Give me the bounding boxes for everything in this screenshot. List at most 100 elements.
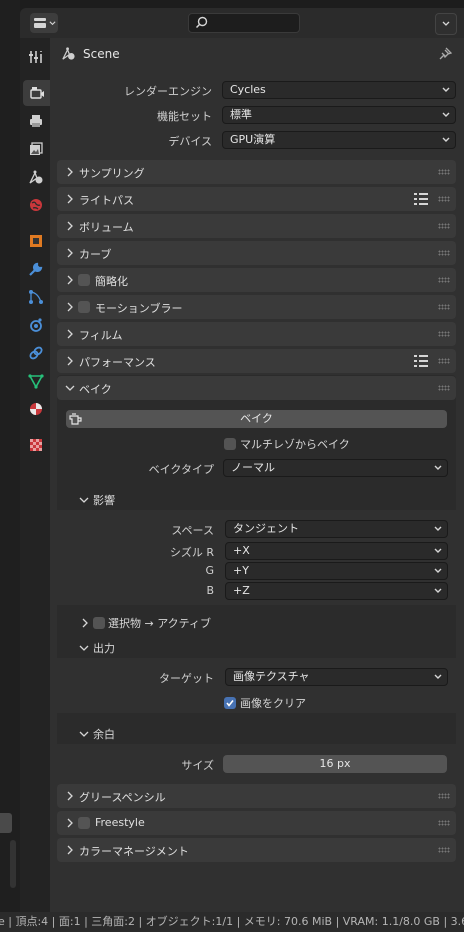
selected-to-active-checkbox[interactable] bbox=[93, 617, 105, 629]
clear-image-checkbox[interactable] bbox=[224, 697, 236, 709]
drag-handle[interactable] bbox=[438, 820, 450, 826]
viewport-edge bbox=[0, 0, 20, 912]
panel-freestyle[interactable]: Freestyle bbox=[57, 811, 456, 835]
search-input[interactable] bbox=[188, 13, 300, 33]
panel-simplify[interactable]: 簡略化 bbox=[57, 268, 456, 292]
tab-tool[interactable] bbox=[23, 44, 49, 70]
chevron-right-icon bbox=[82, 618, 88, 628]
subpanel-title: 影響 bbox=[93, 494, 115, 507]
drag-handle[interactable] bbox=[438, 250, 450, 256]
tab-modifiers[interactable] bbox=[23, 256, 49, 282]
bake-button-label: ベイク bbox=[240, 412, 273, 425]
chevron-down-icon bbox=[434, 674, 442, 679]
viewport-side-button[interactable] bbox=[0, 813, 12, 833]
subpanel-title: 余白 bbox=[93, 728, 115, 741]
swizzle-g-value: +Y bbox=[233, 564, 249, 577]
panel-title: Freestyle bbox=[95, 816, 145, 829]
chevron-down-icon bbox=[442, 137, 450, 142]
pin-icon[interactable] bbox=[438, 47, 452, 61]
presets-list-icon[interactable] bbox=[414, 193, 428, 205]
tab-data[interactable] bbox=[23, 368, 49, 394]
swizzle-r-label: シズル R bbox=[169, 546, 214, 559]
chevron-down-icon bbox=[434, 526, 442, 531]
panel-curves[interactable]: カーブ bbox=[57, 241, 456, 265]
chevron-right-icon bbox=[67, 356, 73, 366]
bake-type-label: ベイクタイプ bbox=[148, 463, 214, 476]
target-value: 画像テクスチャ bbox=[233, 670, 310, 683]
tab-world[interactable] bbox=[23, 192, 49, 218]
drag-handle[interactable] bbox=[438, 169, 450, 175]
render-engine-value: Cycles bbox=[230, 83, 266, 96]
tab-physics[interactable] bbox=[23, 312, 49, 338]
drag-handle[interactable] bbox=[438, 196, 450, 202]
swizzle-r-dropdown[interactable]: +X bbox=[225, 542, 448, 560]
chevron-down-icon bbox=[48, 20, 56, 25]
panel-performance[interactable]: パフォーマンス bbox=[57, 349, 456, 373]
panel-title: サンプリング bbox=[79, 167, 145, 180]
panel-volumes[interactable]: ボリューム bbox=[57, 214, 456, 238]
tab-object[interactable] bbox=[23, 228, 49, 254]
drag-handle[interactable] bbox=[438, 223, 450, 229]
viewport-scrollbar[interactable] bbox=[10, 840, 16, 888]
swizzle-g-dropdown[interactable]: +Y bbox=[225, 562, 448, 580]
drag-handle[interactable] bbox=[438, 793, 450, 799]
panel-film[interactable]: フィルム bbox=[57, 322, 456, 346]
panel-color-management[interactable]: カラーマネージメント bbox=[57, 838, 456, 862]
render-engine-dropdown[interactable]: Cycles bbox=[222, 81, 456, 99]
space-dropdown[interactable]: タンジェント bbox=[225, 520, 448, 538]
panel-light-paths[interactable]: ライトパス bbox=[57, 187, 456, 211]
scene-icon bbox=[62, 47, 75, 60]
bake-button[interactable]: ベイク bbox=[66, 410, 447, 428]
margin-size-field[interactable]: 16 px bbox=[223, 755, 447, 773]
space-label: スペース bbox=[171, 524, 214, 537]
bake-type-value: ノーマル bbox=[231, 461, 275, 474]
motion-blur-checkbox[interactable] bbox=[78, 301, 90, 313]
feature-set-dropdown[interactable]: 標準 bbox=[222, 106, 456, 124]
texture-icon bbox=[30, 439, 42, 451]
swizzle-r-value: +X bbox=[233, 544, 250, 557]
drag-handle[interactable] bbox=[438, 331, 450, 337]
panel-motion-blur[interactable]: モーションブラー bbox=[57, 295, 456, 319]
tab-output[interactable] bbox=[23, 108, 49, 134]
multires-label: マルチレゾからベイク bbox=[240, 438, 350, 451]
presets-list-icon[interactable] bbox=[414, 355, 428, 367]
panel-bake[interactable]: ベイク bbox=[57, 376, 456, 400]
margin-size-label: サイズ bbox=[181, 759, 214, 772]
chevron-down-icon bbox=[442, 87, 450, 92]
tab-view-layer[interactable] bbox=[23, 136, 49, 162]
tab-constraints[interactable] bbox=[23, 340, 49, 366]
drag-handle[interactable] bbox=[438, 277, 450, 283]
drag-handle[interactable] bbox=[438, 847, 450, 853]
object-icon bbox=[30, 235, 42, 247]
freestyle-checkbox[interactable] bbox=[78, 817, 90, 829]
drag-handle[interactable] bbox=[438, 385, 450, 391]
panel-sampling[interactable]: サンプリング bbox=[57, 160, 456, 184]
target-dropdown[interactable]: 画像テクスチャ bbox=[225, 668, 448, 686]
tab-scene[interactable] bbox=[23, 164, 49, 190]
panel-title: カーブ bbox=[79, 248, 112, 261]
panel-title: カラーマネージメント bbox=[79, 845, 189, 858]
printer-icon bbox=[30, 115, 42, 127]
world-icon bbox=[30, 199, 42, 211]
tab-render[interactable] bbox=[23, 80, 50, 106]
editor-type-button[interactable] bbox=[30, 13, 58, 33]
multires-checkbox[interactable] bbox=[224, 438, 236, 450]
swizzle-g-label: G bbox=[205, 564, 214, 577]
panel-grease-pencil[interactable]: グリースペンシル bbox=[57, 784, 456, 808]
tab-material[interactable] bbox=[23, 396, 49, 422]
device-dropdown[interactable]: GPU演算 bbox=[222, 131, 456, 149]
properties-header bbox=[20, 8, 464, 38]
constraints-icon bbox=[29, 346, 43, 360]
options-dropdown-button[interactable] bbox=[435, 13, 457, 35]
tab-particles[interactable] bbox=[23, 284, 49, 310]
subpanel-title: 出力 bbox=[93, 642, 115, 655]
chevron-down-icon bbox=[434, 568, 442, 573]
drag-handle[interactable] bbox=[438, 304, 450, 310]
chevron-right-icon bbox=[67, 791, 73, 801]
tab-texture[interactable] bbox=[23, 432, 49, 458]
bake-type-dropdown[interactable]: ノーマル bbox=[223, 459, 448, 477]
chevron-right-icon bbox=[67, 194, 73, 204]
simplify-checkbox[interactable] bbox=[78, 274, 90, 286]
swizzle-b-dropdown[interactable]: +Z bbox=[225, 582, 448, 600]
drag-handle[interactable] bbox=[438, 358, 450, 364]
